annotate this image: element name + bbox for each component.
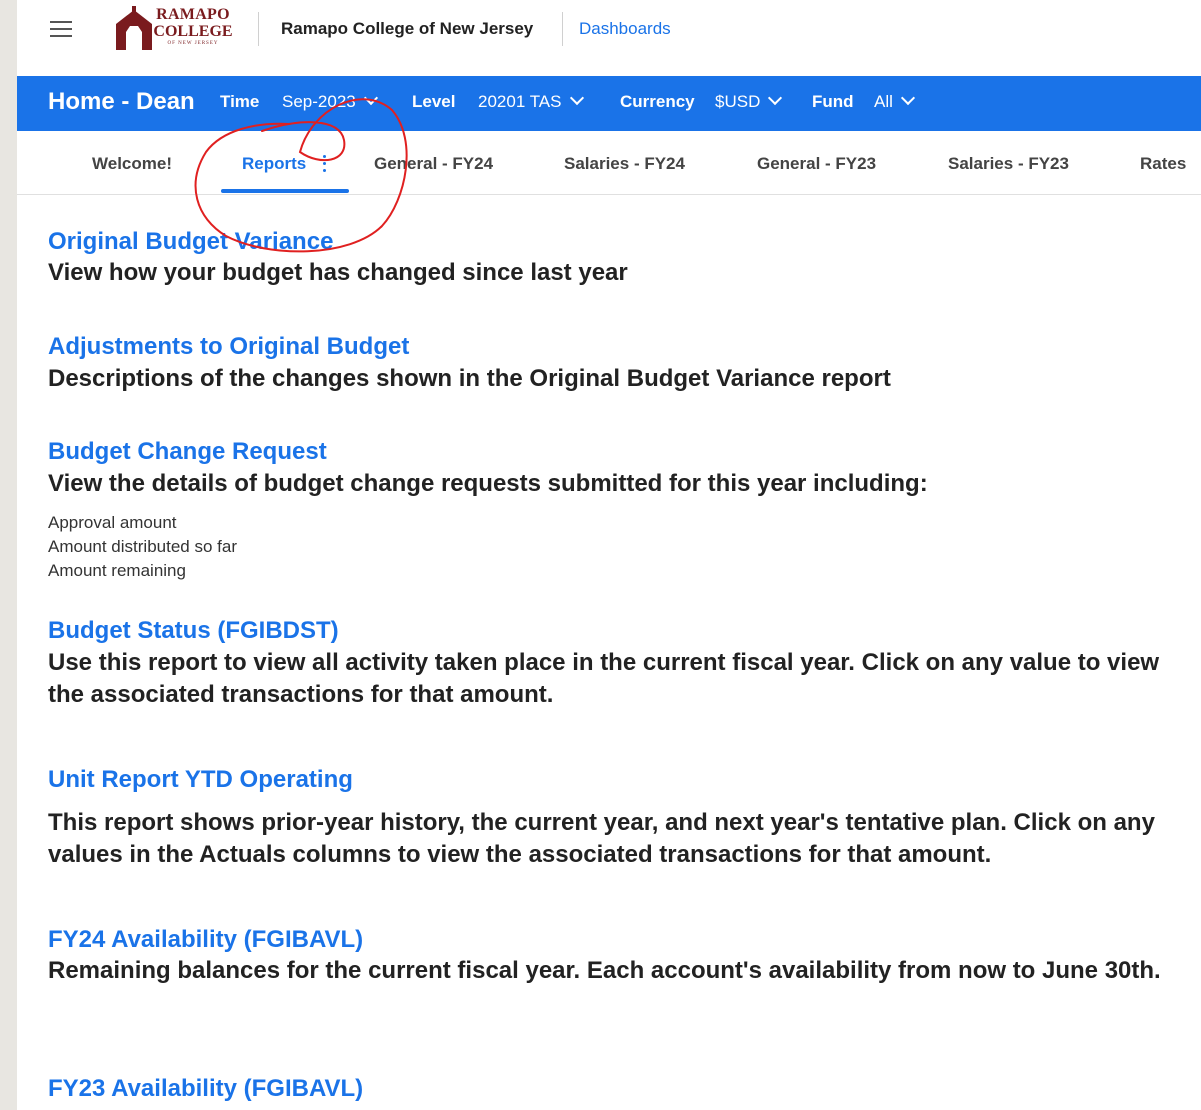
college-logo: RAMAPO COLLEGE OF NEW JERSEY: [114, 6, 242, 50]
report-link-unit-report-ytd[interactable]: Unit Report YTD Operating: [48, 766, 353, 794]
level-filter-value: 20201 TAS: [478, 92, 562, 111]
dashboards-link[interactable]: Dashboards: [579, 19, 671, 39]
currency-filter-select[interactable]: $USD: [715, 90, 783, 112]
time-filter-label: Time: [220, 92, 260, 111]
time-filter-value: Sep-2023: [282, 92, 356, 111]
tab-salaries-fy24[interactable]: Salaries - FY24: [564, 154, 685, 174]
tab-salaries-fy23[interactable]: Salaries - FY23: [948, 154, 1069, 174]
currency-filter-value: $USD: [715, 92, 761, 111]
top-app-bar: RAMAPO COLLEGE OF NEW JERSEY Ramapo Coll…: [17, 0, 1201, 60]
more-options-icon[interactable]: [323, 155, 327, 173]
report-detail-item: Amount remaining: [48, 561, 186, 580]
tab-welcome[interactable]: Welcome!: [92, 154, 172, 174]
chevron-down-icon: [363, 90, 378, 106]
page-title: Home - Dean: [48, 88, 195, 115]
fund-filter-select[interactable]: All: [874, 90, 915, 112]
report-detail-item: Approval amount: [48, 513, 177, 532]
tab-general-fy23[interactable]: General - FY23: [757, 154, 876, 174]
chevron-down-icon: [768, 90, 783, 106]
report-link-budget-status[interactable]: Budget Status (FGIBDST): [48, 617, 339, 645]
report-link-original-budget-variance[interactable]: Original Budget Variance: [48, 228, 333, 256]
report-link-budget-change-request[interactable]: Budget Change Request: [48, 438, 327, 466]
report-description: This report shows prior-year history, th…: [48, 809, 1155, 868]
logo-text-college: COLLEGE: [153, 23, 233, 40]
currency-filter-label: Currency: [620, 92, 695, 111]
time-filter-select[interactable]: Sep-2023: [282, 90, 378, 112]
report-description: View the details of budget change reques…: [48, 470, 928, 497]
dashboard-header-bar: Home - Dean Time Sep-2023 Level 20201 TA…: [17, 76, 1201, 131]
org-name: Ramapo College of New Jersey: [281, 19, 534, 38]
tab-rates[interactable]: Rates: [1140, 154, 1186, 174]
report-detail-item: Amount distributed so far: [48, 537, 237, 556]
report-link-adjustments[interactable]: Adjustments to Original Budget: [48, 333, 409, 361]
tab-general-fy24[interactable]: General - FY24: [374, 154, 493, 174]
level-filter-label: Level: [412, 92, 456, 111]
report-link-fy23-availability[interactable]: FY23 Availability (FGIBAVL): [48, 1075, 363, 1103]
report-description: View how your budget has changed since l…: [48, 259, 628, 286]
level-filter-select[interactable]: 20201 TAS: [478, 90, 584, 112]
page: RAMAPO COLLEGE OF NEW JERSEY Ramapo Coll…: [17, 0, 1201, 1110]
report-description: Descriptions of the changes shown in the…: [48, 365, 891, 392]
chevron-down-icon: [569, 90, 584, 106]
tab-reports[interactable]: Reports: [242, 154, 306, 174]
divider: [258, 12, 259, 46]
report-link-fy24-availability[interactable]: FY24 Availability (FGIBAVL): [48, 926, 363, 954]
hamburger-menu-icon[interactable]: [50, 21, 72, 37]
active-tab-indicator: [221, 189, 349, 193]
report-description: Use this report to view all activity tak…: [48, 649, 1160, 708]
arch-logo-icon: [116, 6, 152, 50]
report-description: Remaining balances for the current fisca…: [48, 957, 1161, 984]
logo-text-nj: OF NEW JERSEY: [167, 41, 219, 46]
chevron-down-icon: [900, 90, 915, 106]
fund-filter-value: All: [874, 92, 893, 111]
tab-bar: Welcome! Reports General - FY24 Salaries…: [17, 131, 1201, 195]
fund-filter-label: Fund: [812, 92, 854, 111]
logo-text-ramapo: RAMAPO: [156, 6, 230, 23]
divider: [562, 12, 563, 46]
